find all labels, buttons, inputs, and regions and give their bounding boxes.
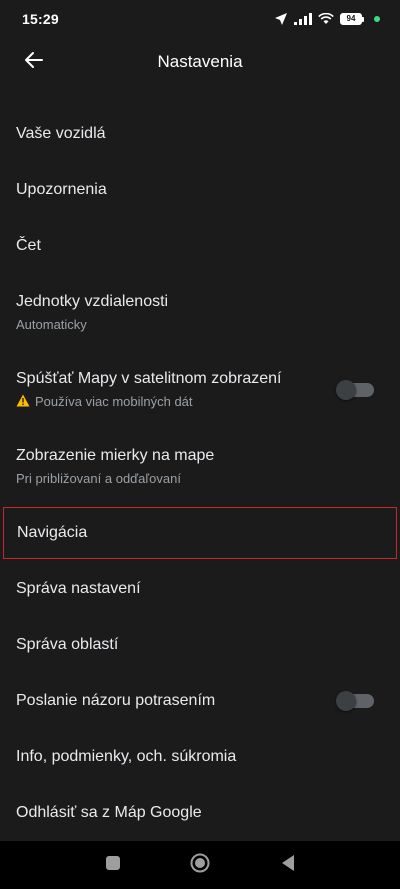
setting-shake-feedback[interactable]: Poslanie názoru potrasením xyxy=(0,673,400,729)
setting-title: Správa nastavení xyxy=(16,580,141,597)
system-nav-bar xyxy=(0,841,400,889)
status-time: 15:29 xyxy=(22,11,59,27)
satellite-toggle[interactable] xyxy=(336,379,374,400)
setting-manage-settings[interactable]: Správa nastavení xyxy=(0,561,400,617)
setting-notifications[interactable]: Upozornenia xyxy=(0,162,400,218)
status-bar: 15:29 94 xyxy=(0,0,400,38)
status-icons: 94 xyxy=(274,12,380,26)
setting-manage-areas[interactable]: Správa oblastí xyxy=(0,617,400,673)
setting-title: Vaše vozidlá xyxy=(16,125,106,142)
setting-sign-out[interactable]: Odhlásiť sa z Máp Google xyxy=(0,785,400,841)
setting-title: Čet xyxy=(16,237,41,254)
battery-icon: 94 xyxy=(340,13,364,25)
recents-icon xyxy=(105,855,121,876)
location-arrow-icon xyxy=(274,12,288,26)
setting-subtitle: Automaticky xyxy=(16,317,87,332)
battery-level: 94 xyxy=(340,13,362,25)
home-button[interactable] xyxy=(190,853,210,878)
setting-title: Odhlásiť sa z Máp Google xyxy=(16,804,202,821)
app-bar: Nastavenia xyxy=(0,38,400,86)
dot-icon xyxy=(374,16,380,22)
setting-scale[interactable]: Zobrazenie mierky na mape Pri približova… xyxy=(0,428,400,505)
home-icon xyxy=(190,853,210,878)
toggle-knob xyxy=(336,379,356,400)
setting-title: Navigácia xyxy=(17,524,88,541)
page-title: Nastavenia xyxy=(157,52,243,71)
setting-title: Zobrazenie mierky na mape xyxy=(16,447,215,464)
setting-title: Správa oblastí xyxy=(16,636,119,653)
back-triangle-icon xyxy=(280,854,296,877)
recents-button[interactable] xyxy=(103,855,123,875)
setting-chat[interactable]: Čet xyxy=(0,218,400,274)
system-back-button[interactable] xyxy=(278,854,298,877)
signal-icon xyxy=(294,13,312,25)
setting-distance-units[interactable]: Jednotky vzdialenosti Automaticky xyxy=(0,274,400,351)
shake-feedback-toggle[interactable] xyxy=(336,691,374,711)
setting-satellite[interactable]: Spúšťať Mapy v satelitnom zobrazení Použ… xyxy=(0,351,400,428)
setting-navigation[interactable]: Navigácia xyxy=(3,507,397,559)
setting-title: Jednotky vzdialenosti xyxy=(16,293,169,310)
settings-list: Vaše vozidlá Upozornenia Čet Jednotky vz… xyxy=(0,106,400,841)
setting-subtitle: Pri približovaní a odďaľovaní xyxy=(16,471,181,486)
setting-title: Upozornenia xyxy=(16,181,107,198)
warning-icon xyxy=(16,394,30,410)
setting-vehicles[interactable]: Vaše vozidlá xyxy=(0,106,400,162)
setting-title: Info, podmienky, och. súkromia xyxy=(16,748,237,765)
toggle-knob xyxy=(336,691,356,711)
setting-info[interactable]: Info, podmienky, och. súkromia xyxy=(0,729,400,785)
wifi-icon xyxy=(318,13,334,25)
